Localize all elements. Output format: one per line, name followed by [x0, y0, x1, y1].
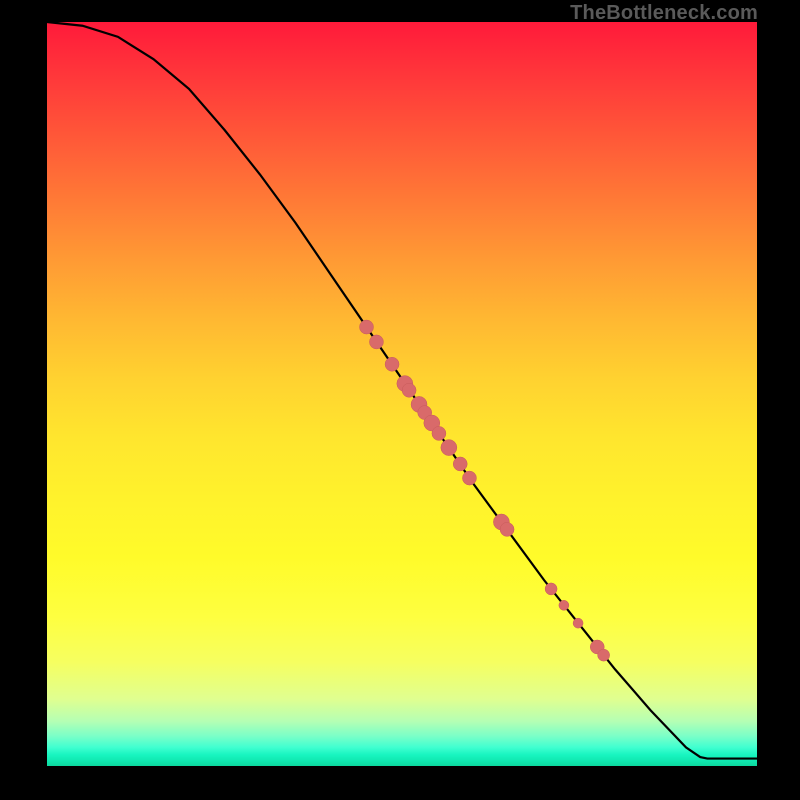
chart-svg	[47, 22, 757, 766]
data-point	[573, 618, 583, 628]
data-point	[559, 600, 569, 610]
plot-area	[47, 22, 757, 766]
data-point	[369, 335, 383, 349]
data-point	[402, 383, 416, 397]
data-point	[462, 471, 476, 485]
data-point	[385, 357, 399, 371]
data-point	[545, 583, 557, 595]
data-point	[500, 522, 514, 536]
data-point	[360, 320, 374, 334]
data-point	[598, 649, 610, 661]
data-point	[441, 440, 457, 456]
chart-stage: TheBottleneck.com	[0, 0, 800, 800]
data-point	[432, 426, 446, 440]
data-point	[453, 457, 467, 471]
